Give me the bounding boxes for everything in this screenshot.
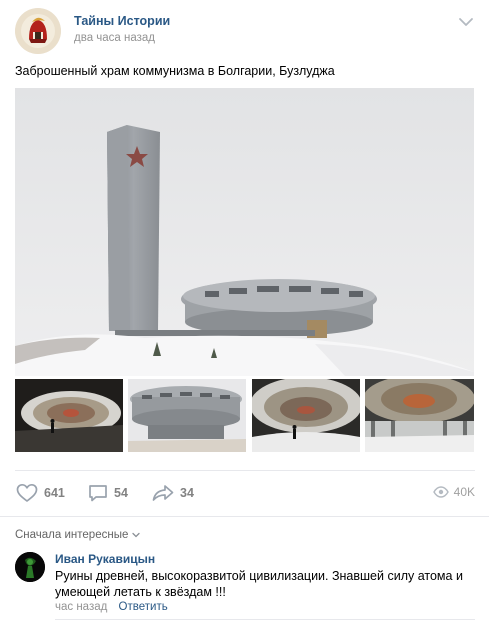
post-actions-bar: 641 54 34 40K — [15, 470, 475, 516]
comment-time[interactable]: час назад — [55, 601, 107, 613]
share-count: 34 — [180, 486, 194, 500]
post-time[interactable]: два часа назад — [74, 32, 155, 44]
share-button[interactable]: 34 — [152, 483, 194, 503]
post-header: Тайны Истории два часа назад — [15, 8, 475, 54]
views-counter: 40K — [432, 485, 475, 499]
chevron-down-icon[interactable] — [458, 16, 474, 28]
thumbnail-photo[interactable] — [128, 379, 246, 452]
thumbnail-photo[interactable] — [15, 379, 123, 452]
thumbnail-photo[interactable] — [365, 379, 474, 452]
main-photo[interactable] — [15, 88, 474, 376]
share-icon — [152, 485, 174, 501]
comment-divider — [55, 619, 475, 620]
comment-count: 54 — [114, 486, 128, 500]
like-count: 641 — [44, 486, 65, 500]
section-divider — [0, 516, 489, 517]
chevron-down-icon — [132, 532, 141, 538]
post-text: Заброшенный храм коммунизма в Болгарии, … — [15, 64, 335, 78]
comment-icon — [89, 485, 107, 502]
comment-text: Руины древней, высокоразвитой цивилизаци… — [55, 569, 463, 599]
community-avatar[interactable] — [15, 8, 61, 54]
photo-thumbnails — [15, 379, 474, 452]
reply-button[interactable]: Ответить — [119, 601, 168, 613]
commenter-avatar[interactable] — [15, 552, 45, 582]
heart-icon — [16, 483, 38, 502]
comment-author[interactable]: Иван Рукавицын — [55, 552, 155, 566]
sort-label: Сначала интересные — [15, 529, 129, 541]
views-count: 40K — [453, 485, 475, 499]
eye-icon — [432, 486, 449, 498]
like-button[interactable]: 641 — [16, 483, 65, 503]
comment-button[interactable]: 54 — [88, 483, 128, 503]
thumbnail-photo[interactable] — [252, 379, 360, 452]
comments-sort-toggle[interactable]: Сначала интересные — [15, 529, 141, 541]
author-name[interactable]: Тайны Истории — [74, 14, 170, 28]
comment-footer: час назад Ответить — [55, 601, 168, 613]
helmet-logo-icon — [15, 8, 61, 54]
